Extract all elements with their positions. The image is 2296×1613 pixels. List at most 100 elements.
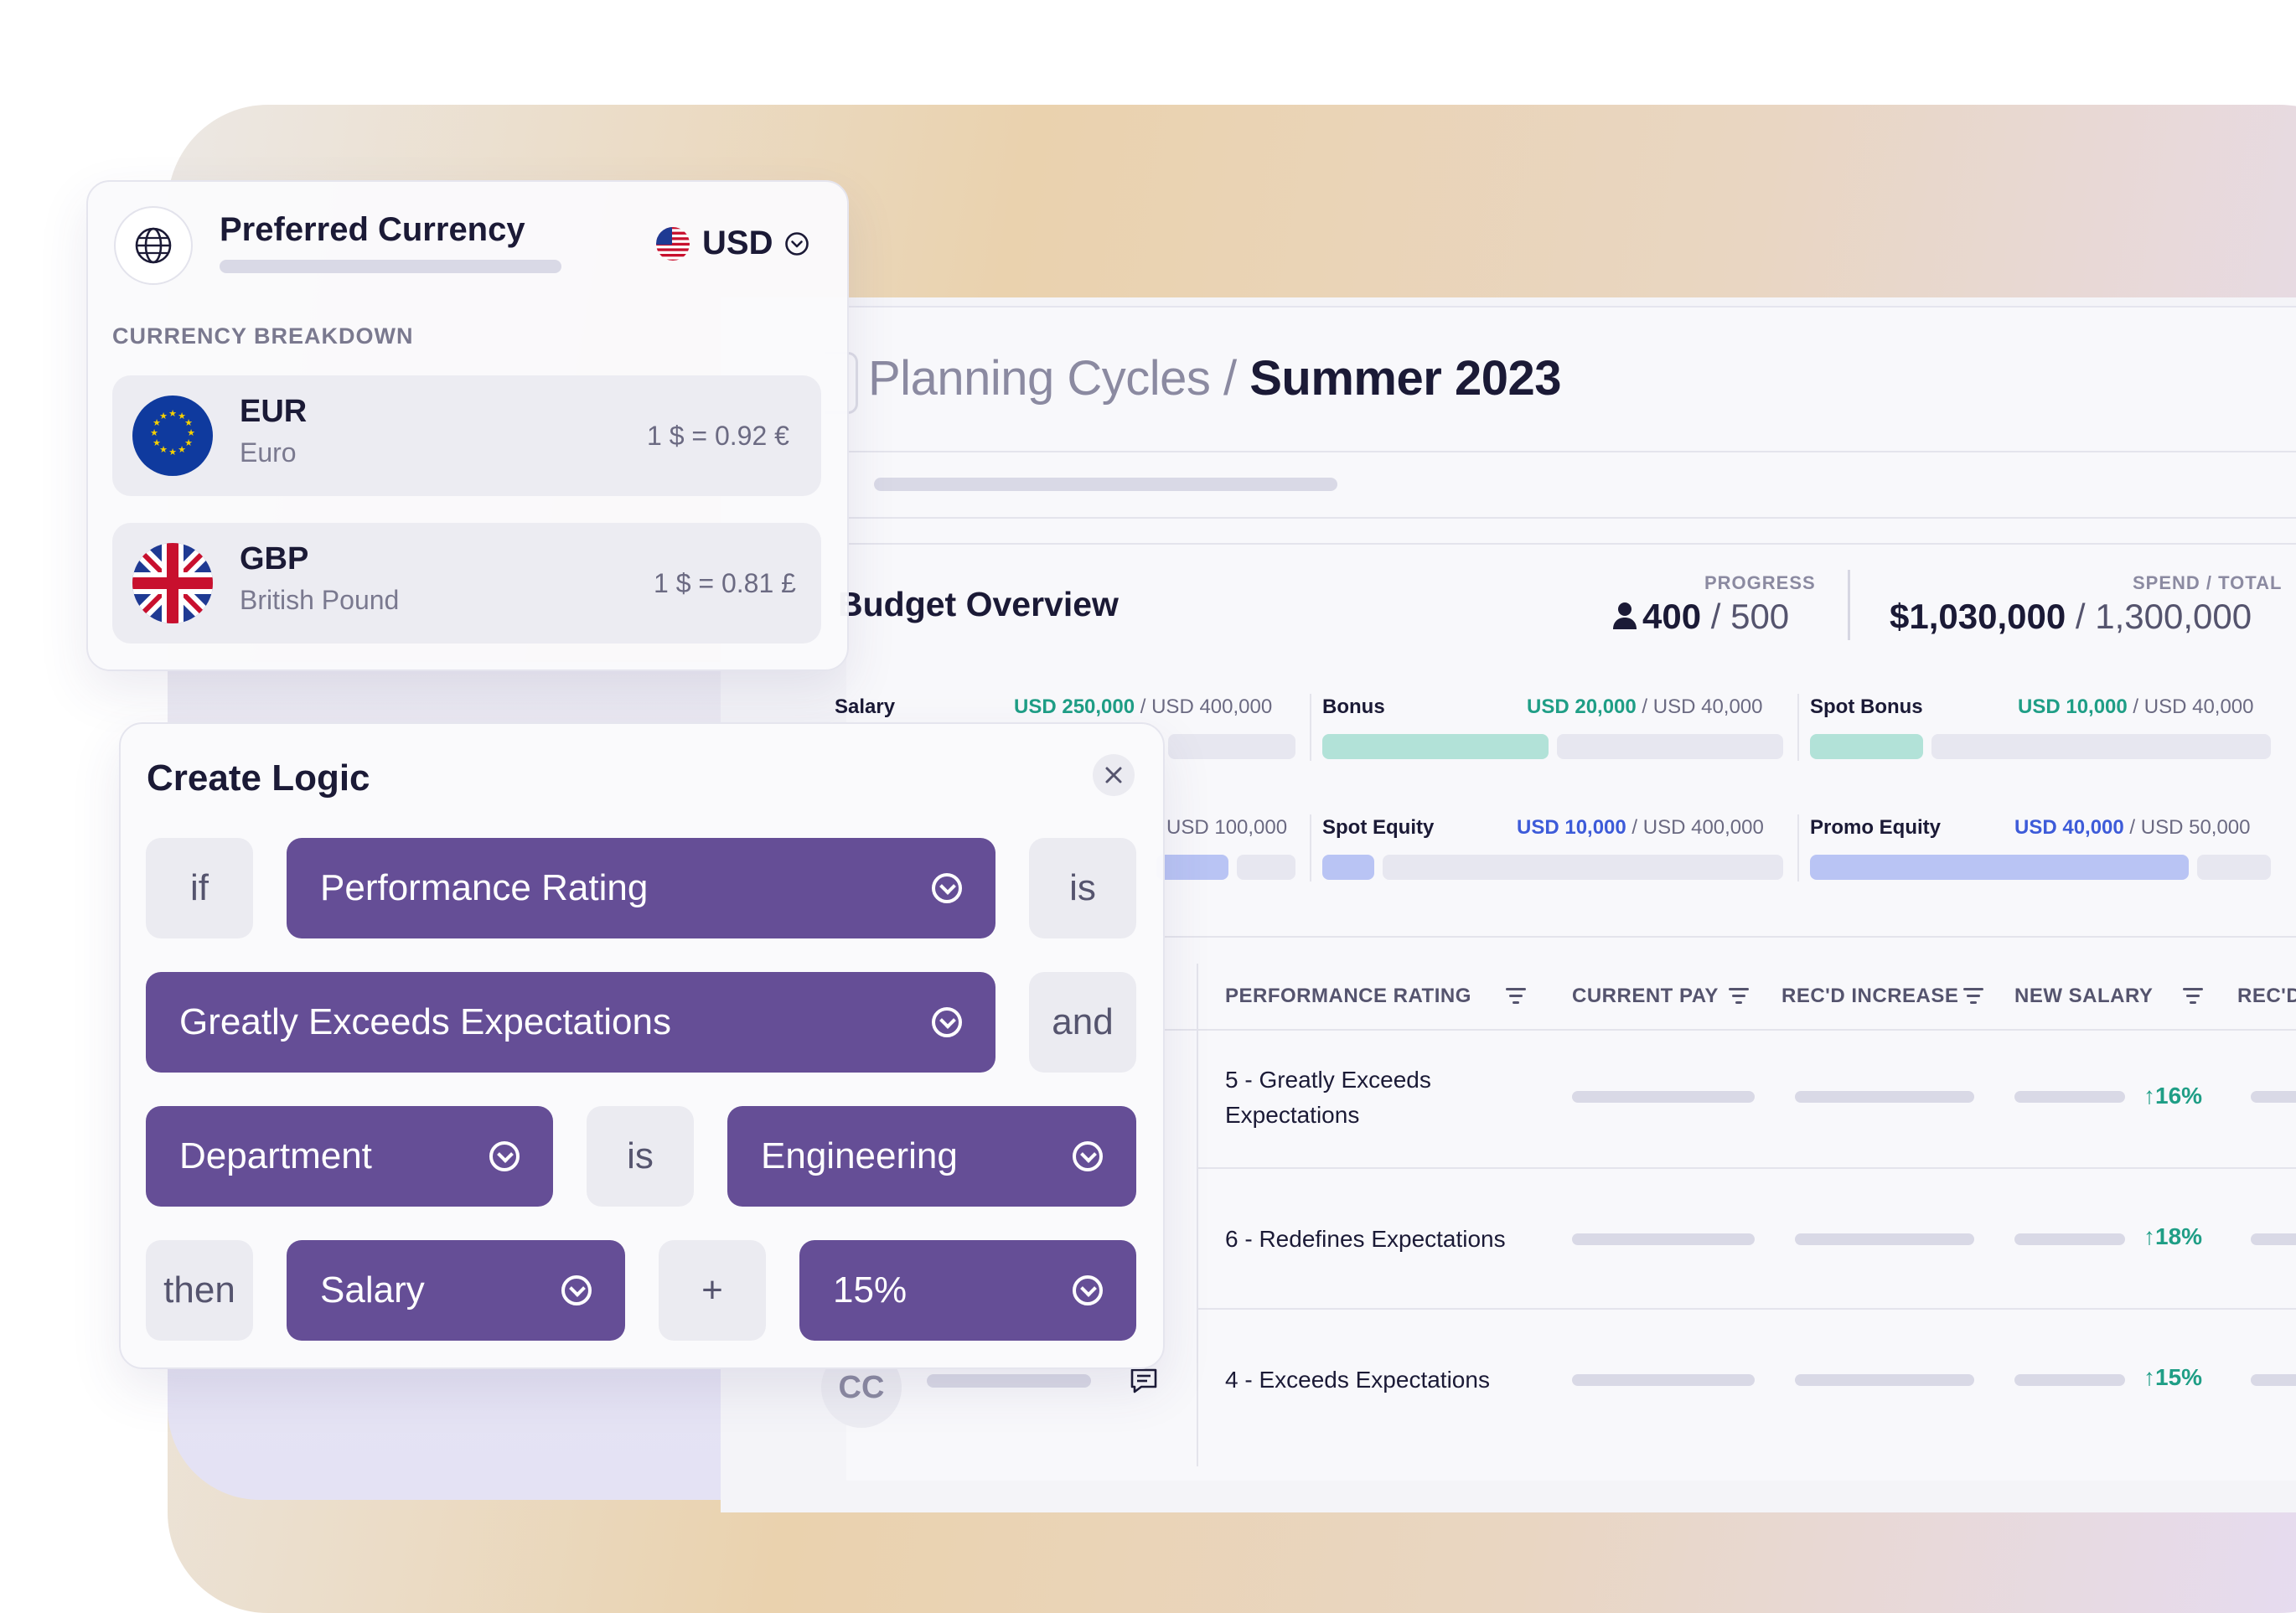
salary-change: ↑15% [2143, 1364, 2203, 1390]
currency-rate: 1 $ = 0.92 € [647, 421, 789, 451]
field-select-performance-rating[interactable]: Performance Rating [287, 838, 995, 938]
category-promo-equity: Promo Equity [1810, 816, 1942, 839]
filter-icon[interactable] [1728, 988, 1750, 1006]
operator-is[interactable]: is [587, 1106, 694, 1207]
currency-subtitle-placeholder [220, 260, 561, 273]
row-divider [1198, 1308, 2296, 1310]
column-current-pay[interactable]: CURRENT PAY [1572, 985, 1719, 1008]
column-recd[interactable]: REC'D [2237, 985, 2296, 1008]
svg-text:★: ★ [150, 427, 158, 438]
category-divider [1797, 814, 1799, 881]
currency-selector[interactable]: USD [655, 225, 809, 262]
currency-name: British Pound [240, 585, 400, 615]
promo-equity-bar-fill [1810, 855, 2189, 880]
chevron-down-icon [1073, 1141, 1103, 1171]
value-label: Engineering [761, 1135, 958, 1176]
filter-icon[interactable] [1962, 988, 1984, 1006]
field-label: Performance Rating [320, 867, 649, 908]
currency-code: GBP [240, 541, 309, 576]
chevron-down-icon [489, 1141, 520, 1171]
category-bonus: Bonus [1322, 695, 1385, 718]
amount-label: 15% [833, 1269, 908, 1311]
category-bonus-amount: USD 20,000 / USD 40,000 [1527, 695, 1763, 718]
column-performance-rating[interactable]: PERFORMANCE RATING [1225, 985, 1471, 1008]
svg-text:★: ★ [168, 408, 177, 419]
chevron-down-icon [785, 231, 809, 256]
tab-placeholder[interactable] [874, 478, 1337, 491]
category-spot-equity-amount: USD 10,000 / USD 400,000 [1517, 816, 1764, 839]
target-select-salary[interactable]: Salary [287, 1240, 625, 1341]
bonus-bar-track [1557, 734, 1783, 759]
field-select-department[interactable]: Department [146, 1106, 553, 1207]
value-label: Greatly Exceeds Expectations [179, 1001, 671, 1042]
current-pay-placeholder [1572, 1374, 1755, 1386]
operator-is[interactable]: is [1029, 838, 1136, 938]
recd-increase-placeholder [1795, 1091, 1974, 1103]
new-salary-placeholder [2014, 1233, 2125, 1245]
currency-title: Preferred Currency [220, 211, 525, 248]
page-title: Summer 2023 [1249, 351, 1561, 406]
close-button[interactable] [1093, 754, 1135, 796]
uk-flag-icon [132, 543, 213, 623]
equity-bar-fill [1156, 855, 1228, 880]
comment-icon[interactable] [1130, 1367, 1158, 1394]
recd-placeholder [2251, 1091, 2296, 1103]
recd-increase-placeholder [1795, 1374, 1974, 1386]
chevron-down-icon [1073, 1275, 1103, 1305]
recd-increase-placeholder [1795, 1233, 1974, 1245]
new-salary-placeholder [2014, 1091, 2125, 1103]
category-divider [1310, 814, 1311, 881]
category-spot-bonus: Spot Bonus [1810, 695, 1923, 718]
filter-icon[interactable] [1505, 988, 1527, 1006]
tabs-divider [846, 517, 2296, 519]
operator-plus[interactable]: + [659, 1240, 766, 1341]
spot-equity-bar-fill [1322, 855, 1374, 880]
globe-icon [114, 206, 193, 285]
equity-bar-track [1237, 855, 1295, 880]
category-divider [1797, 694, 1799, 761]
field-label: Department [179, 1135, 372, 1176]
eu-flag-icon: ★ ★★★★★★★★★★★ [132, 395, 213, 476]
svg-text:★: ★ [153, 437, 161, 448]
spot-bonus-bar-fill [1810, 734, 1923, 759]
budget-title: Budget Overview [838, 585, 1119, 623]
conjunction-and[interactable]: and [1029, 972, 1136, 1073]
header-divider [846, 451, 2296, 452]
person-icon [1613, 602, 1637, 629]
name-placeholder [927, 1374, 1091, 1388]
recd-placeholder [2251, 1233, 2296, 1245]
selected-currency: USD [702, 225, 773, 261]
spot-equity-bar-track [1383, 855, 1783, 880]
breadcrumb: Planning Cycles / Summer 2023 [868, 350, 1561, 406]
column-new-salary[interactable]: NEW SALARY [2014, 985, 2153, 1008]
spend-label: SPEND / TOTAL [2133, 572, 2283, 593]
currency-code: EUR [240, 394, 308, 429]
category-salary: Salary [835, 695, 896, 718]
amount-select-percentage[interactable]: 15% [799, 1240, 1136, 1341]
row-rating: 5 - Greatly Exceeds Expectations [1225, 1067, 1431, 1128]
bonus-bar-fill [1322, 734, 1549, 759]
spend-total: / 1,300,000 [2075, 597, 2252, 636]
current-pay-placeholder [1572, 1091, 1755, 1103]
keyword-then: then [146, 1240, 253, 1341]
value-select-engineering[interactable]: Engineering [727, 1106, 1136, 1207]
spend-current: $1,030,000 [1890, 597, 2066, 636]
category-spot-bonus-amount: USD 10,000 / USD 40,000 [2018, 695, 2254, 718]
category-divider [1310, 694, 1311, 761]
salary-change: ↑16% [2143, 1083, 2203, 1109]
column-recd-increase[interactable]: REC'D INCREASE [1781, 985, 1958, 1008]
category-promo-equity-amount: USD 40,000 / USD 50,000 [2014, 816, 2251, 839]
us-flag-icon [656, 226, 690, 261]
chevron-down-icon [932, 873, 962, 903]
svg-text:★: ★ [168, 447, 177, 458]
row-rating: 6 - Redefines Expectations [1225, 1226, 1506, 1252]
create-logic-title: Create Logic [147, 757, 370, 799]
close-icon [1105, 767, 1122, 783]
progress-total: / 500 [1710, 597, 1790, 636]
table-column-divider [1197, 964, 1198, 1466]
budget-top-divider [846, 543, 2296, 545]
breadcrumb-parent[interactable]: Planning Cycles / [868, 351, 1237, 406]
spend-value: $1,030,000 / 1,300,000 [1890, 597, 2252, 637]
filter-icon[interactable] [2182, 988, 2204, 1006]
value-select-greatly-exceeds[interactable]: Greatly Exceeds Expectations [146, 972, 995, 1073]
